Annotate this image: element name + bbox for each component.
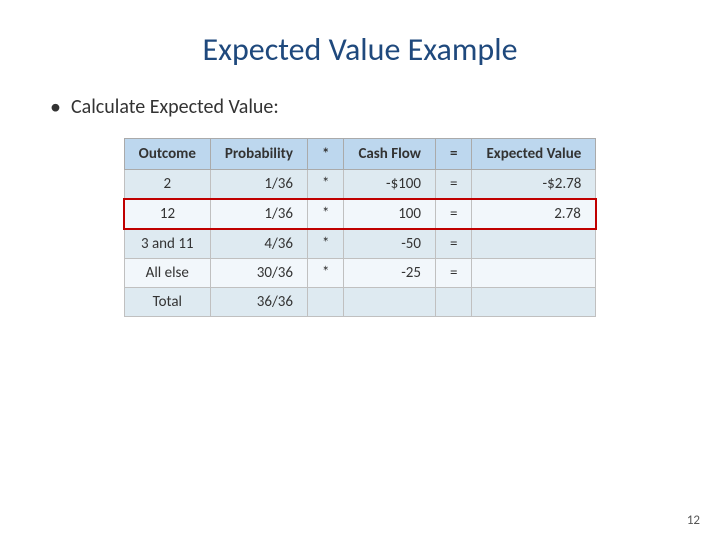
table-cell: -$2.78 (472, 170, 596, 200)
table-row: Total36/36 (124, 288, 596, 317)
table-cell: -25 (344, 259, 436, 288)
table-cell: * (307, 199, 343, 229)
table-cell: 1/36 (210, 170, 307, 200)
table-cell: 36/36 (210, 288, 307, 317)
table-cell (472, 288, 596, 317)
bullet-text: Calculate Expected Value: (71, 95, 279, 119)
table-cell: 100 (344, 199, 436, 229)
table-cell: 4/36 (210, 229, 307, 259)
table-cell: * (307, 259, 343, 288)
table-cell: All else (124, 259, 210, 288)
bullet-point: • Calculate Expected Value: (50, 93, 279, 120)
table-cell: 30/36 (210, 259, 307, 288)
header-cashflow: Cash Flow (344, 139, 436, 170)
expected-value-table: Outcome Probability * Cash Flow = Expect… (123, 138, 597, 317)
table-cell (307, 288, 343, 317)
table-row: 121/36*100=2.78 (124, 199, 596, 229)
table-cell (472, 259, 596, 288)
table-cell: * (307, 170, 343, 200)
header-ev: Expected Value (472, 139, 596, 170)
table-cell (472, 229, 596, 259)
table-cell: -$100 (344, 170, 436, 200)
table-cell: = (436, 199, 472, 229)
table-cell: 2 (124, 170, 210, 200)
slide-title: Expected Value Example (50, 30, 670, 69)
table-cell: 3 and 11 (124, 229, 210, 259)
table-row: 21/36*-$100=-$2.78 (124, 170, 596, 200)
header-eq: = (436, 139, 472, 170)
slide-container: Expected Value Example • Calculate Expec… (0, 0, 720, 540)
table-cell: = (436, 229, 472, 259)
table-row: All else30/36*-25= (124, 259, 596, 288)
table-cell: = (436, 259, 472, 288)
header-star: * (307, 139, 343, 170)
table-cell: -50 (344, 229, 436, 259)
table-cell (344, 288, 436, 317)
table-cell: Total (124, 288, 210, 317)
table-cell: 1/36 (210, 199, 307, 229)
page-number: 12 (687, 513, 700, 528)
table-cell: = (436, 170, 472, 200)
bullet-icon: • (50, 93, 61, 120)
table-cell: 2.78 (472, 199, 596, 229)
table-cell: * (307, 229, 343, 259)
header-outcome: Outcome (124, 139, 210, 170)
table-cell (436, 288, 472, 317)
header-probability: Probability (210, 139, 307, 170)
table-row: 3 and 114/36*-50= (124, 229, 596, 259)
table-cell: 12 (124, 199, 210, 229)
table-header-row: Outcome Probability * Cash Flow = Expect… (124, 139, 596, 170)
table-wrapper: Outcome Probability * Cash Flow = Expect… (50, 138, 670, 317)
